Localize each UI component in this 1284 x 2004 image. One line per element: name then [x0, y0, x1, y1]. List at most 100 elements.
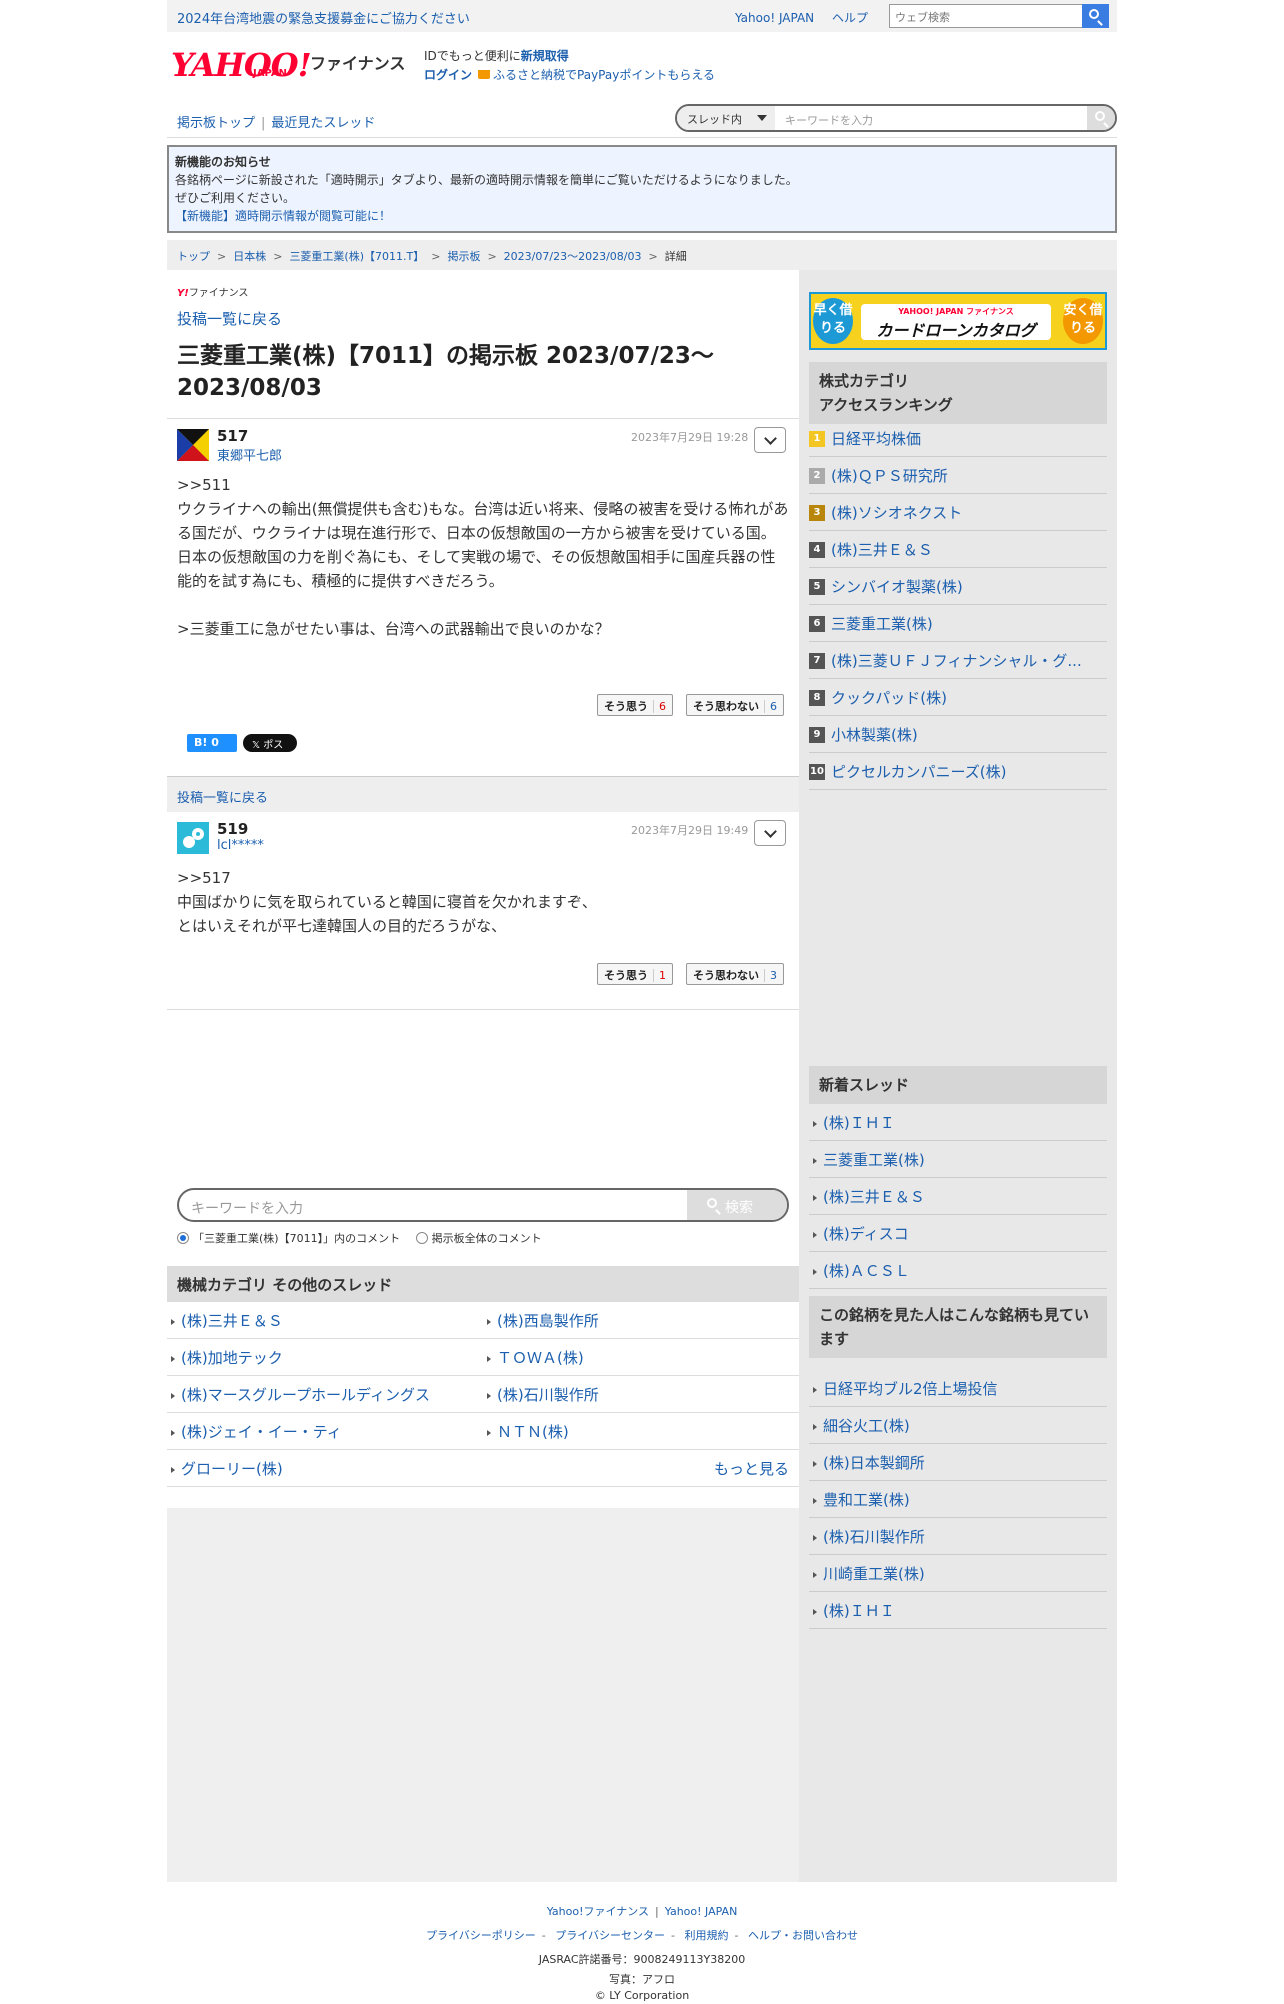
post-menu-button[interactable]	[754, 820, 786, 846]
privacy-center-link[interactable]: プライバシーセンター	[555, 1929, 665, 1942]
ranking-header: 株式カテゴリ アクセスランキング	[809, 362, 1107, 424]
finance-logo[interactable]: ファイナンス	[310, 50, 405, 74]
ranking-item[interactable]: 9 小林製薬(株)	[809, 716, 1107, 753]
keyword-search-button[interactable]: 検索	[687, 1190, 787, 1220]
thread-search-input[interactable]: キーワードを入力	[785, 112, 873, 128]
category-item[interactable]: (株)加地テック	[167, 1339, 483, 1376]
terms-link[interactable]: 利用規約	[685, 1929, 729, 1942]
x-post-button[interactable]: 𝕏 ポスト	[243, 734, 297, 766]
footer-finance-link[interactable]: Yahoo!ファイナンス	[547, 1905, 649, 1918]
search-scope-select[interactable]: スレッド内	[677, 106, 775, 130]
ranking-item[interactable]: 3 (株)ソシオネクスト	[809, 494, 1107, 531]
footer: Yahoo!ファイナンス | Yahoo! JAPAN プライバシーポリシー - プラ…	[167, 1900, 1117, 2004]
thread-link[interactable]: (株)三井Ｅ＆Ｓ	[809, 1178, 1107, 1215]
reply-anchor-link[interactable]: >>511	[177, 473, 789, 497]
donation-notice-link[interactable]: 2024年台湾地震の緊急支援募金にご協力ください	[177, 8, 470, 27]
breadcrumb-japan-stocks[interactable]: 日本株	[233, 250, 266, 263]
login-link[interactable]: ログイン	[424, 68, 472, 82]
thread-link[interactable]: (株)ＡＣＳＬ	[809, 1252, 1107, 1289]
ranking-item[interactable]: 6 三菱重工業(株)	[809, 605, 1107, 642]
side-column: 早く借りる YAHOO! JAPAN ファイナンス カードローンカタログ 安く借…	[799, 270, 1117, 1882]
thread-link[interactable]: (株)石川製作所	[809, 1518, 1107, 1555]
page-title: 三菱重工業(株)【7011】の掲示板 2023/07/23〜2023/08/03	[177, 343, 714, 401]
category-item[interactable]: (株)石川製作所	[483, 1376, 799, 1413]
ranking-item[interactable]: 10 ピクセルカンパニーズ(株)	[809, 753, 1107, 790]
thread-link[interactable]: (株)ＩＨＩ	[809, 1592, 1107, 1629]
help-link[interactable]: ヘルプ	[832, 11, 868, 25]
footer-yahoo-link[interactable]: Yahoo! JAPAN	[665, 1905, 738, 1918]
ranking-item[interactable]: 2 (株)ＱＰＳ研究所	[809, 457, 1107, 494]
ranking-item[interactable]: 4 (株)三井Ｅ＆Ｓ	[809, 531, 1107, 568]
breadcrumb-stock[interactable]: 三菱重工業(株)【7011.T】	[289, 250, 424, 263]
feature-notice-link[interactable]: 【新機能】適時開示情報が閲覧可能に！	[175, 207, 1109, 225]
breadcrumb-period[interactable]: 2023/07/23〜2023/08/03	[504, 250, 642, 263]
disagree-button[interactable]: そう思わない 3	[686, 963, 784, 985]
thread-link[interactable]: 川崎重工業(株)	[809, 1555, 1107, 1592]
ranking-item[interactable]: 7 (株)三菱ＵＦＪフィナンシャル・グ...	[809, 642, 1107, 679]
chevron-down-icon	[764, 825, 777, 838]
thread-link[interactable]: 三菱重工業(株)	[809, 1141, 1107, 1178]
ranking-item[interactable]: 5 シンバイオ製薬(株)	[809, 568, 1107, 605]
radio-thread-comments[interactable]: 「三菱重工業(株)【7011】」内のコメント	[177, 1232, 400, 1245]
ranking-item[interactable]: 1 日経平均株価	[809, 420, 1107, 457]
post-username[interactable]: 東郷平七郎	[217, 445, 282, 464]
post-body: 中国ばかりに気を取られていると韓国に寝首を欠かれますぞ、 とはいえそれが平七達韓…	[177, 893, 597, 935]
breadcrumb-top[interactable]: トップ	[177, 250, 210, 263]
furusato-link[interactable]: ふるさと納税でPayPayポイントもらえる	[493, 68, 715, 82]
back-to-list-link[interactable]: 投稿一覧に戻る	[177, 308, 282, 329]
board-top-link[interactable]: 掲示板トップ	[177, 116, 255, 131]
yahoo-japan-link[interactable]: Yahoo! JAPAN	[735, 11, 814, 25]
category-item[interactable]: ＮＴＮ(株)	[483, 1413, 799, 1450]
help-contact-link[interactable]: ヘルプ・お問い合わせ	[748, 1929, 858, 1942]
new-threads-header: 新着スレッド	[809, 1066, 1107, 1104]
card-loan-ad-banner[interactable]: 早く借りる YAHOO! JAPAN ファイナンス カードローンカタログ 安く借…	[809, 292, 1107, 350]
thread-link[interactable]: 日経平均ブル2倍上場投信	[809, 1370, 1107, 1407]
radio-all-comments[interactable]: 掲示板全体のコメント	[415, 1232, 542, 1245]
thread-search: スレッド内 キーワードを入力	[675, 104, 1117, 132]
recent-threads-link[interactable]: 最近見たスレッド	[271, 116, 375, 131]
jasrac-number: JASRAC許諾番号：9008249113Y38200	[538, 1953, 746, 1966]
category-item[interactable]: (株)西島製作所	[483, 1302, 799, 1339]
category-item[interactable]: グローリー(株) もっと見る	[167, 1450, 799, 1487]
nav-divider: |	[261, 116, 266, 131]
category-item[interactable]: (株)三井Ｅ＆Ｓ	[167, 1302, 483, 1339]
thread-link[interactable]: (株)ディスコ	[809, 1215, 1107, 1252]
post-username[interactable]: lcl*****	[217, 838, 264, 853]
search-icon	[1089, 9, 1099, 19]
top-links: Yahoo! JAPAN ヘルプ	[735, 9, 882, 26]
ranking-item[interactable]: 8 クックパッド(株)	[809, 679, 1107, 716]
disagree-count: 3	[764, 969, 777, 982]
signup-link[interactable]: 新規取得	[521, 49, 569, 63]
web-search-input[interactable]: ウェブ検索	[889, 4, 1109, 28]
post-number[interactable]: 519	[217, 820, 248, 838]
thread-search-button[interactable]	[1087, 106, 1115, 130]
hatena-bookmark-button[interactable]: B! 0	[187, 734, 237, 752]
user-avatar[interactable]	[177, 822, 209, 854]
rank-badge: 10	[809, 764, 825, 780]
thread-link[interactable]: (株)ＩＨＩ	[809, 1104, 1107, 1141]
post-number[interactable]: 517	[217, 427, 248, 445]
web-search-button[interactable]	[1082, 4, 1109, 28]
category-item[interactable]: (株)マースグループホールディングス	[167, 1376, 483, 1413]
category-item[interactable]: (株)ジェイ・イー・ティ	[167, 1413, 483, 1450]
privacy-policy-link[interactable]: プライバシーポリシー	[426, 1929, 536, 1942]
back-to-list-link-2[interactable]: 投稿一覧に戻る	[177, 791, 268, 806]
thread-link[interactable]: 細谷火工(株)	[809, 1407, 1107, 1444]
post-menu-button[interactable]	[754, 427, 786, 453]
thread-link[interactable]: 豊和工業(株)	[809, 1481, 1107, 1518]
category-item[interactable]: ＴＯＷＡ(株)	[483, 1339, 799, 1376]
post-date: 2023年7月29日 19:49	[631, 824, 749, 837]
account-area: IDでもっと便利に新規取得 ログイン ふるさと納税でPayPayポイントもらえる	[424, 47, 715, 85]
keyword-search-input[interactable]: キーワードを入力	[191, 1198, 303, 1218]
breadcrumb-board[interactable]: 掲示板	[447, 250, 480, 263]
more-link[interactable]: もっと見る	[714, 1458, 789, 1479]
reply-anchor: >>517	[177, 869, 231, 887]
user-avatar[interactable]	[177, 429, 209, 461]
agree-button[interactable]: そう思う 6	[597, 694, 673, 716]
disagree-button[interactable]: そう思わない 6	[686, 694, 784, 716]
agree-button[interactable]: そう思う 1	[597, 963, 673, 985]
thread-link[interactable]: (株)日本製鋼所	[809, 1444, 1107, 1481]
rank-badge: 5	[809, 579, 825, 595]
yahoo-logo[interactable]: YAHOO!	[171, 46, 312, 84]
yahoo-logo-sub: JAPAN	[253, 68, 287, 79]
